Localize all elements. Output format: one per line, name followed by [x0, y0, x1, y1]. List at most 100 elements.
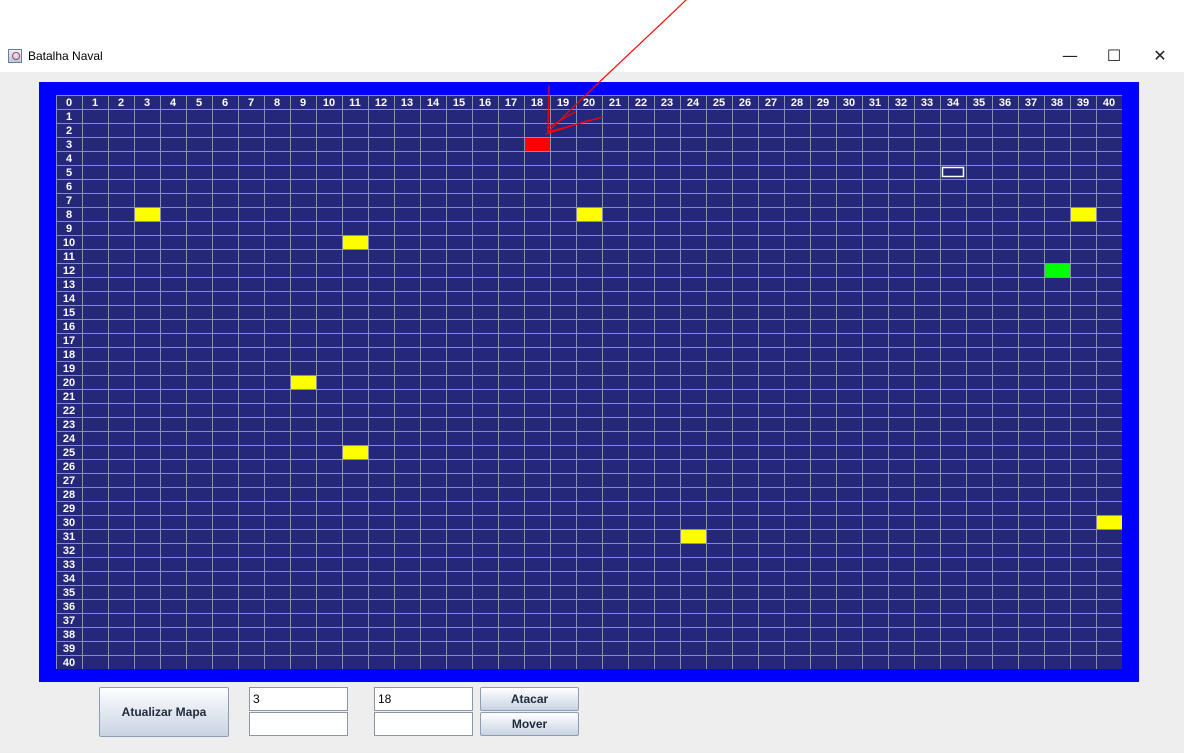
- move-col-input[interactable]: [374, 712, 473, 736]
- cell-ship[interactable]: [577, 208, 602, 221]
- row-header: 6: [66, 181, 72, 193]
- column-header: 28: [791, 97, 803, 109]
- row-header: 34: [63, 573, 76, 585]
- row-header: 2: [66, 125, 72, 137]
- attack-button[interactable]: Atacar: [480, 687, 579, 711]
- column-header: 8: [274, 97, 280, 109]
- row-header: 23: [63, 419, 75, 431]
- column-header: 29: [817, 97, 829, 109]
- row-header: 40: [63, 657, 75, 669]
- attack-col-input[interactable]: [374, 687, 473, 711]
- column-header: 17: [505, 97, 517, 109]
- column-header: 40: [1103, 97, 1115, 109]
- cell-ship[interactable]: [1097, 516, 1122, 529]
- java-app-icon: [8, 49, 22, 63]
- column-header: 22: [635, 97, 647, 109]
- row-header: 22: [63, 405, 75, 417]
- minimize-button[interactable]: —: [1047, 40, 1093, 72]
- game-board[interactable]: 1 2 3 4 5 6 7 8 9 10 11 12 13 14 15 16 17 18 19 20 21 22 23 24 2…: [56, 95, 1123, 674]
- cell-ship[interactable]: [681, 530, 706, 543]
- row-header: 1: [66, 111, 72, 123]
- attack-row-input[interactable]: [249, 687, 348, 711]
- row-header: 11: [63, 251, 75, 263]
- cell-ship[interactable]: [1071, 208, 1096, 221]
- row-header: 12: [63, 265, 75, 277]
- row-header: 21: [63, 391, 75, 403]
- column-header: 30: [843, 97, 855, 109]
- cell-ship[interactable]: [343, 236, 368, 249]
- column-header: 12: [375, 97, 387, 109]
- column-header: 13: [401, 97, 413, 109]
- row-header: 19: [63, 363, 75, 375]
- row-header: 13: [63, 279, 75, 291]
- column-header: 19: [557, 97, 569, 109]
- row-header: 4: [66, 153, 73, 165]
- row-header: 36: [63, 601, 75, 613]
- column-header: 20: [583, 97, 595, 109]
- column-header: 15: [453, 97, 465, 109]
- column-header: 38: [1051, 97, 1063, 109]
- column-header: 10: [323, 97, 335, 109]
- column-header: 11: [349, 97, 361, 109]
- column-header: 34: [947, 97, 960, 109]
- row-header: 24: [63, 433, 76, 445]
- column-header: 16: [479, 97, 491, 109]
- row-header: 31: [63, 531, 75, 543]
- refresh-map-button[interactable]: Atualizar Mapa: [99, 687, 229, 737]
- column-header: 5: [196, 97, 202, 109]
- water: [56, 95, 1122, 669]
- column-header: 23: [661, 97, 673, 109]
- column-header: 31: [869, 97, 881, 109]
- row-header: 39: [63, 643, 75, 655]
- column-header: 14: [427, 97, 440, 109]
- cell-attack[interactable]: [525, 138, 550, 151]
- row-header: 8: [66, 209, 72, 221]
- row-header: 35: [63, 587, 75, 599]
- column-header: 35: [973, 97, 985, 109]
- row-header: 28: [63, 489, 75, 501]
- row-header: 27: [63, 475, 75, 487]
- cell-ship[interactable]: [135, 208, 160, 221]
- move-button[interactable]: Mover: [480, 712, 579, 736]
- row-header: 30: [63, 517, 75, 529]
- row-header: 32: [63, 545, 75, 557]
- row-header: 17: [63, 335, 75, 347]
- title-bar: Batalha Naval — ☐ ✕: [0, 40, 1184, 72]
- column-header: 33: [921, 97, 933, 109]
- column-header: 3: [144, 97, 150, 109]
- cell-ship[interactable]: [343, 446, 368, 459]
- row-header: 25: [63, 447, 75, 459]
- column-header: 36: [999, 97, 1011, 109]
- row-header: 3: [66, 139, 72, 151]
- column-header: 32: [895, 97, 907, 109]
- row-header: 33: [63, 559, 75, 571]
- row-header: 18: [63, 349, 75, 361]
- cell-ship[interactable]: [291, 376, 316, 389]
- cell-player-ship[interactable]: [1045, 264, 1070, 277]
- column-header: 37: [1025, 97, 1037, 109]
- cell-selected[interactable]: [941, 166, 965, 178]
- row-header: 20: [63, 377, 75, 389]
- row-header: 29: [63, 503, 75, 515]
- column-header: 18: [531, 97, 543, 109]
- column-header: 2: [118, 97, 124, 109]
- column-header: 25: [713, 97, 725, 109]
- move-row-input[interactable]: [249, 712, 348, 736]
- row-header: 38: [63, 629, 75, 641]
- column-header: 1: [92, 97, 98, 109]
- row-header: 9: [66, 223, 72, 235]
- column-header: 9: [300, 97, 306, 109]
- column-header: 26: [739, 97, 751, 109]
- column-header: 24: [687, 97, 700, 109]
- column-header: 21: [609, 97, 621, 109]
- column-header: 6: [222, 97, 228, 109]
- column-header: 7: [248, 97, 254, 109]
- column-header: 4: [170, 97, 177, 109]
- row-header: 7: [66, 195, 72, 207]
- column-header: 39: [1077, 97, 1089, 109]
- close-button[interactable]: ✕: [1137, 40, 1183, 72]
- maximize-button[interactable]: ☐: [1091, 40, 1137, 72]
- row-header: 15: [63, 307, 75, 319]
- row-header: 26: [63, 461, 75, 473]
- row-header: 5: [66, 167, 72, 179]
